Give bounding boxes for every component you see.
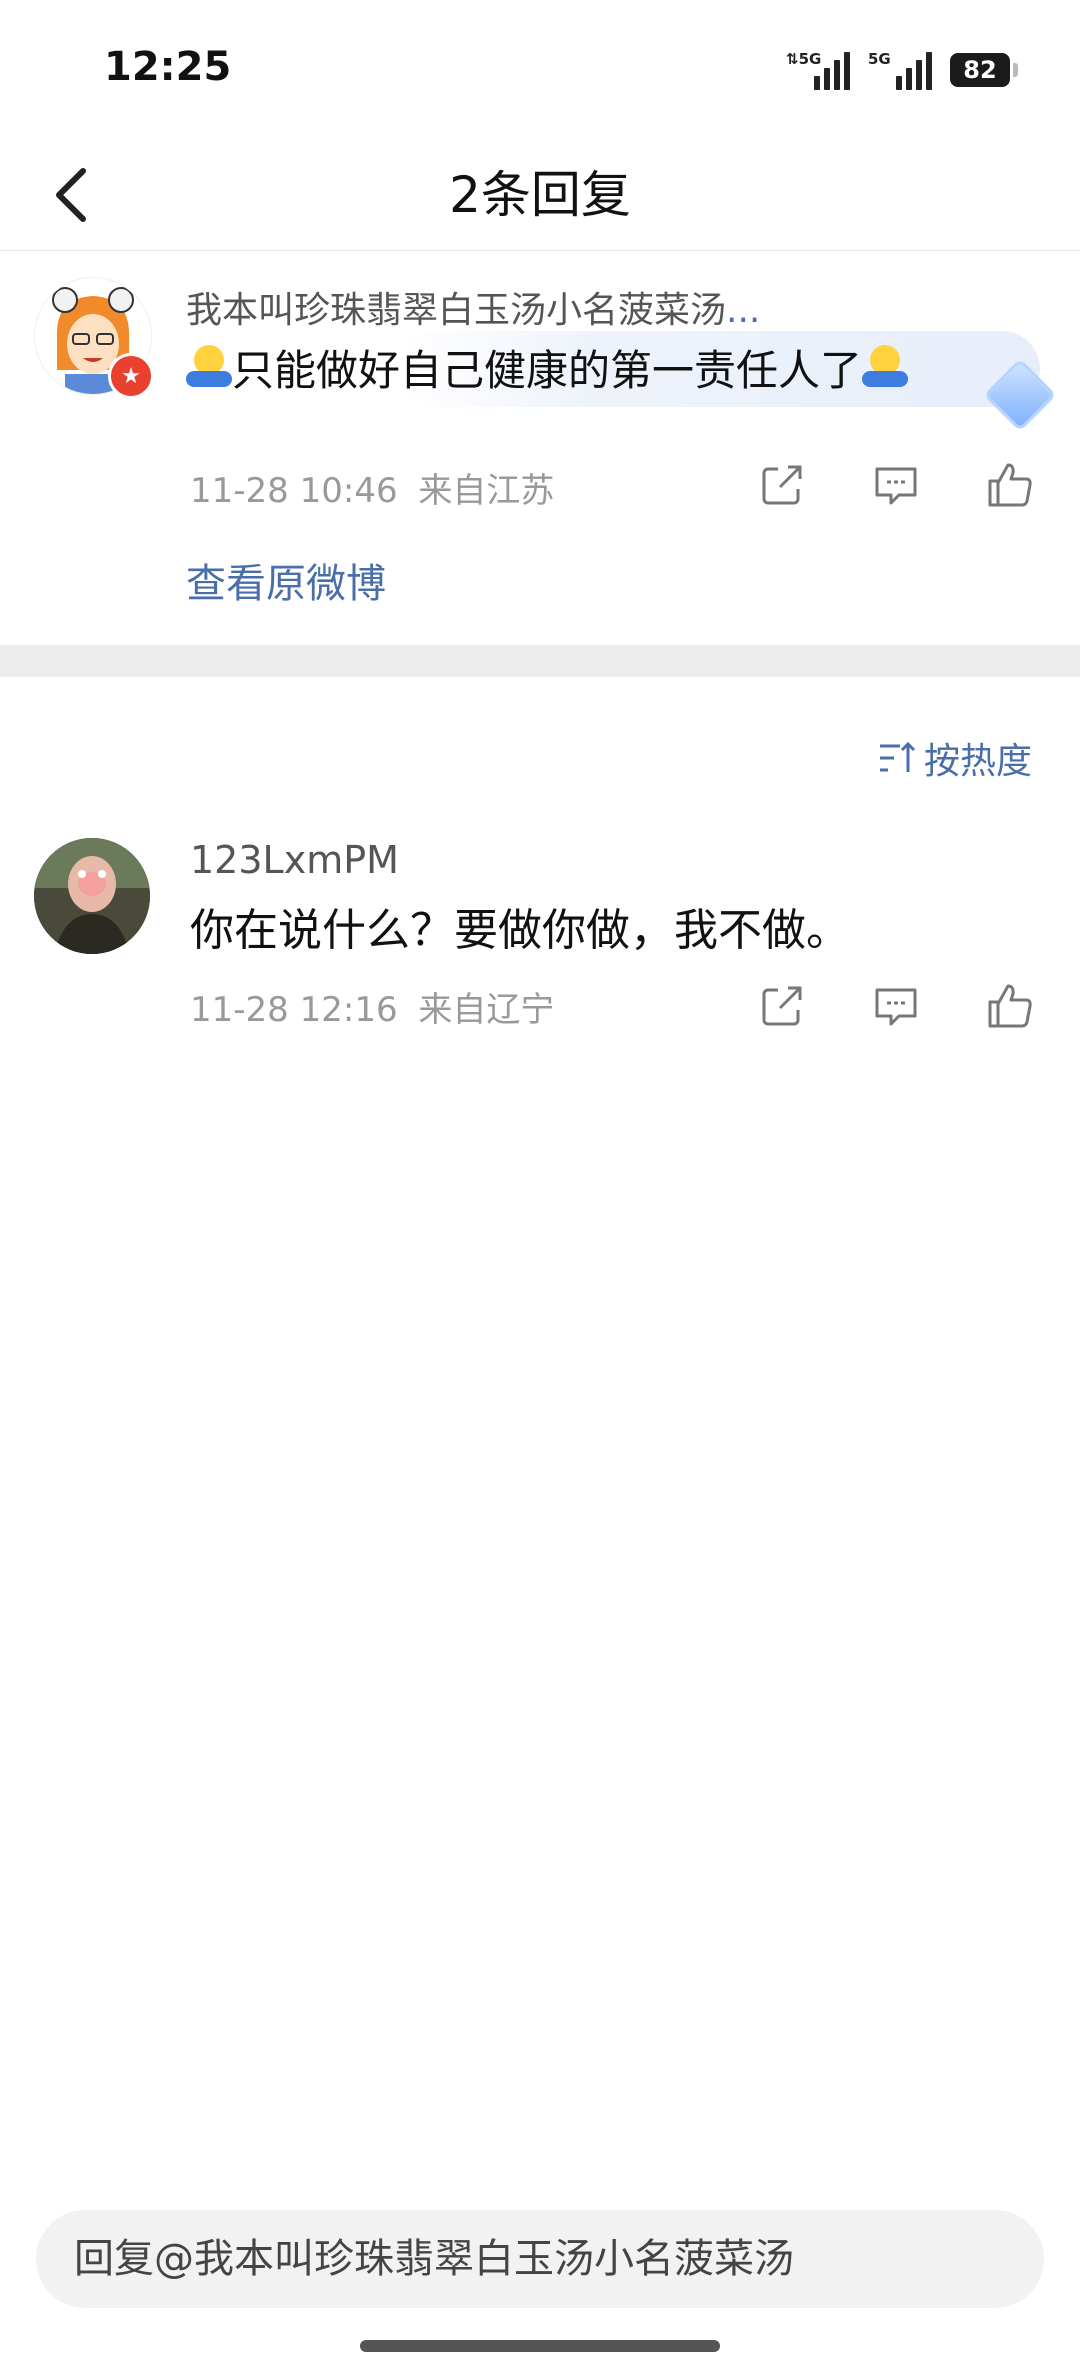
reply-avatar[interactable] (34, 838, 150, 954)
status-time: 12:25 (104, 44, 232, 90)
battery-icon: 82 (950, 53, 1018, 87)
header: 2条回复 (0, 140, 1080, 251)
comment-datetime: 11-28 10:46 (190, 471, 398, 511)
reply-text: 你在说什么？要做你做，我不做。 (190, 905, 850, 956)
view-original-link[interactable]: 查看原微博 (186, 551, 386, 609)
comment-button[interactable] (870, 459, 922, 511)
home-indicator[interactable] (360, 2340, 720, 2352)
comment-text: 只能做好自己健康的第一责任人了 (232, 346, 863, 395)
sort-button[interactable]: 按热度 (878, 732, 1032, 784)
shrug-emoji-icon (186, 344, 232, 391)
section-divider (0, 645, 1080, 677)
status-bar: 12:25 ⇅5G 5G 82 (0, 0, 1080, 140)
comment-icon (875, 988, 917, 1026)
sort-label: 按热度 (923, 741, 1032, 782)
thumbs-up-icon (988, 463, 1032, 507)
reply-meta: 11-28 12:16 来自辽宁 (190, 982, 554, 1031)
comment-icon (875, 467, 917, 505)
original-comment-text: 只能做好自己健康的第一责任人了 (186, 337, 909, 398)
reply-username[interactable]: 123LxmPM (190, 838, 399, 882)
reply-share-button[interactable] (756, 980, 808, 1032)
shrug-emoji-icon (862, 344, 909, 391)
original-meta: 11-28 10:46 来自江苏 (190, 463, 554, 512)
comment-location: 来自江苏 (418, 471, 555, 511)
signal-icon: ⇅5G (786, 50, 850, 90)
signal-tag: ⇅5G (786, 50, 822, 68)
share-button[interactable] (756, 459, 808, 511)
battery-level: 82 (963, 56, 997, 84)
signal-icon-2: 5G (868, 50, 932, 90)
sort-icon (879, 741, 916, 772)
username-more[interactable]: ... (726, 290, 760, 331)
original-actions (756, 459, 1036, 511)
thumbs-up-icon (988, 984, 1032, 1028)
signal-tag-2: 5G (868, 50, 891, 68)
reply-datetime: 11-28 12:16 (190, 990, 398, 1030)
original-username[interactable]: 我本叫珍珠翡翠白玉汤小名菠菜汤... (186, 281, 760, 333)
verified-badge-icon: ★ (108, 353, 154, 399)
original-comment: ★ 我本叫珍珠翡翠白玉汤小名菠菜汤... 只能做好自己健康的第一责任人了 11-… (0, 251, 1080, 645)
like-button[interactable] (984, 459, 1036, 511)
reply-like-button[interactable] (984, 980, 1036, 1032)
reply-input[interactable]: 回复@我本叫珍珠翡翠白玉汤小名菠菜汤 (36, 2210, 1044, 2308)
reply-avatar-image (34, 838, 150, 954)
page-title: 2条回复 (449, 166, 631, 224)
reply-location: 来自辽宁 (418, 990, 555, 1030)
reply-comment-button[interactable] (870, 980, 922, 1032)
reply-actions (756, 980, 1036, 1032)
share-icon (762, 986, 802, 1026)
share-icon (762, 465, 802, 505)
status-icons: ⇅5G 5G 82 (786, 46, 1018, 94)
